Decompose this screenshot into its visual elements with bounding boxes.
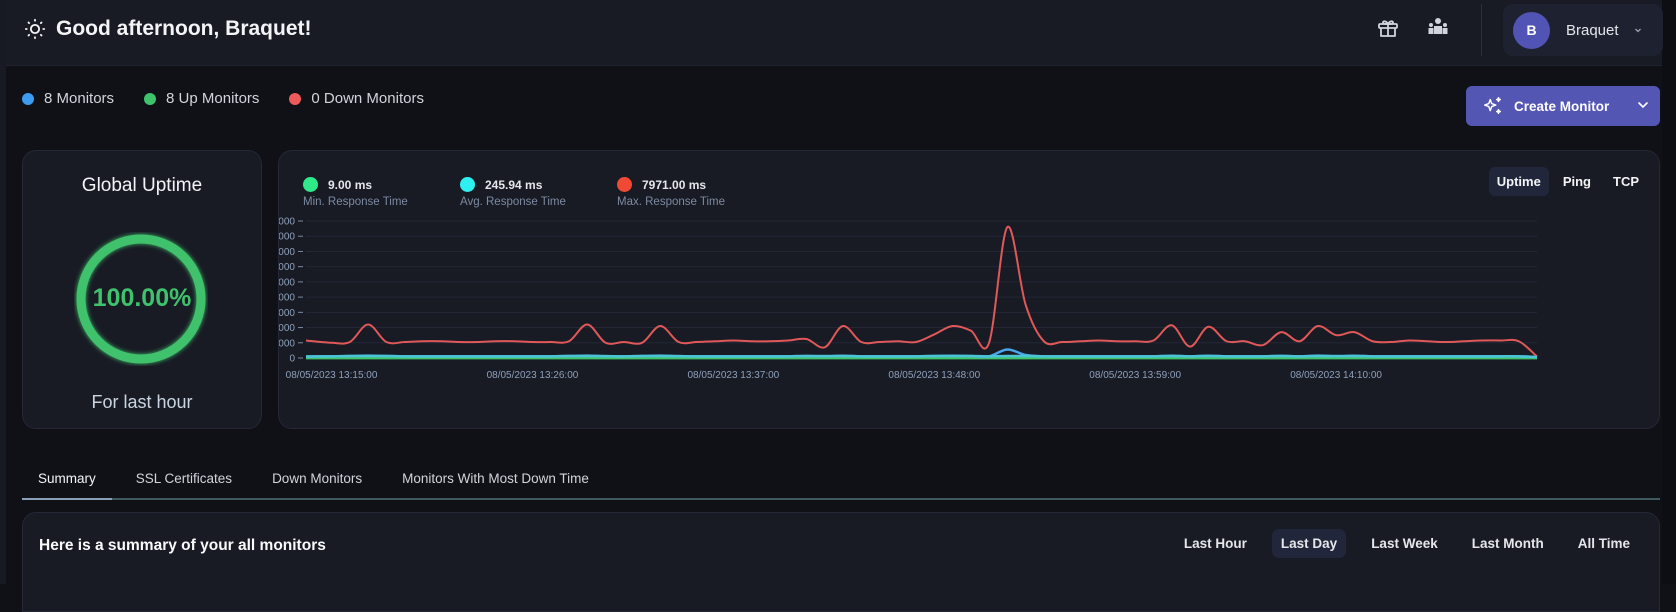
tab-most-down-time[interactable]: Monitors With Most Down Time: [386, 464, 605, 498]
greeting-title: Good afternoon, Braquet!: [56, 17, 312, 41]
chart-legend: 9.00 ms Min. Response Time 245.94 ms Avg…: [303, 177, 774, 208]
tab-uptime[interactable]: Uptime: [1489, 167, 1549, 196]
series-line-avg-baseline: [306, 356, 1537, 357]
create-monitor-label: Create Monitor: [1514, 99, 1609, 114]
tab-ping[interactable]: Ping: [1555, 167, 1599, 196]
header-divider: [1481, 4, 1482, 56]
legend-label: Max. Response Time: [617, 196, 774, 208]
series-line-max-response-time: [306, 227, 1537, 357]
y-tick-label: 1000: [279, 338, 295, 349]
sparkles-icon: [1482, 95, 1504, 117]
y-tick-label: 4000: [279, 293, 295, 304]
summary-card: Here is a summary of your all monitors L…: [22, 512, 1660, 612]
uptime-subtitle: For last hour: [23, 392, 261, 413]
status-dot: [144, 93, 156, 105]
y-tick-label: 8000: [279, 232, 295, 243]
y-tick-label: 7000: [279, 247, 295, 258]
sidebar-edge: [0, 0, 6, 584]
status-dot: [22, 93, 34, 105]
range-last-week[interactable]: Last Week: [1362, 529, 1447, 558]
stat-label: 8 Monitors: [44, 90, 114, 107]
tab-ssl-certificates[interactable]: SSL Certificates: [120, 464, 248, 498]
x-tick-label: 08/05/2023 13:59:00: [1089, 370, 1181, 381]
y-tick-label: 3000: [279, 308, 295, 319]
sun-icon: [24, 18, 46, 40]
stat-up-monitors: 8 Up Monitors: [144, 90, 259, 107]
page-margin: [1662, 0, 1676, 584]
y-tick-label: 6000: [279, 262, 295, 273]
legend-min: 9.00 ms Min. Response Time: [303, 177, 460, 208]
range-last-month[interactable]: Last Month: [1463, 529, 1553, 558]
tab-summary[interactable]: Summary: [22, 464, 112, 500]
gift-icon[interactable]: [1376, 16, 1400, 40]
stat-down-monitors: 0 Down Monitors: [289, 90, 424, 107]
y-tick-label: 0: [289, 354, 295, 365]
chevron-down-icon: [1633, 25, 1643, 35]
chart-type-tabs: Uptime Ping TCP: [1489, 167, 1647, 196]
legend-dot: [460, 177, 475, 192]
legend-value: 245.94 ms: [485, 178, 542, 192]
summary-title: Here is a summary of your all monitors: [39, 537, 326, 555]
greeting: Good afternoon, Braquet!: [24, 17, 312, 41]
x-tick-label: 08/05/2023 13:15:00: [286, 370, 378, 381]
legend-dot: [617, 177, 632, 192]
avatar: B: [1513, 12, 1550, 49]
x-tick-label: 08/05/2023 13:37:00: [687, 370, 779, 381]
y-tick-label: 5000: [279, 277, 295, 288]
tab-down-monitors[interactable]: Down Monitors: [256, 464, 378, 498]
chevron-down-icon[interactable]: [1636, 98, 1650, 112]
status-dot: [289, 93, 301, 105]
stat-total-monitors: 8 Monitors: [22, 90, 114, 107]
legend-label: Avg. Response Time: [460, 196, 617, 208]
monitor-stats: 8 Monitors 8 Up Monitors 0 Down Monitors: [22, 90, 424, 107]
legend-max: 7971.00 ms Max. Response Time: [617, 177, 774, 208]
legend-value: 7971.00 ms: [642, 178, 706, 192]
response-time-card: 0100020003000400050006000700080009000ms0…: [278, 150, 1660, 429]
tab-tcp[interactable]: TCP: [1605, 167, 1647, 196]
y-tick-label: 9000: [279, 217, 295, 228]
top-header: Good afternoon, Braquet! B Braquet: [6, 0, 1662, 66]
header-actions: [1376, 16, 1450, 40]
uptime-value: 100.00%: [23, 284, 261, 313]
range-last-hour[interactable]: Last Hour: [1175, 529, 1256, 558]
team-icon[interactable]: [1426, 16, 1450, 40]
y-tick-label: 2000: [279, 323, 295, 334]
user-menu[interactable]: B Braquet: [1503, 4, 1663, 56]
legend-label: Min. Response Time: [303, 196, 460, 208]
user-name: Braquet: [1566, 22, 1619, 39]
x-tick-label: 08/05/2023 14:10:00: [1290, 370, 1382, 381]
dashboard-tabs: Summary SSL Certificates Down Monitors M…: [22, 464, 1660, 500]
x-tick-label: 08/05/2023 13:26:00: [487, 370, 579, 381]
x-tick-label: 08/05/2023 13:48:00: [888, 370, 980, 381]
range-last-day[interactable]: Last Day: [1272, 529, 1346, 558]
legend-value: 9.00 ms: [328, 178, 372, 192]
create-monitor-button[interactable]: Create Monitor: [1466, 86, 1660, 126]
time-range-tabs: Last Hour Last Day Last Week Last Month …: [1175, 529, 1639, 558]
stat-label: 0 Down Monitors: [311, 90, 424, 107]
global-uptime-card: Global Uptime 100.00% For last hour: [22, 150, 262, 429]
stat-label: 8 Up Monitors: [166, 90, 259, 107]
legend-dot: [303, 177, 318, 192]
uptime-title: Global Uptime: [23, 175, 261, 197]
range-all-time[interactable]: All Time: [1569, 529, 1639, 558]
legend-avg: 245.94 ms Avg. Response Time: [460, 177, 617, 208]
